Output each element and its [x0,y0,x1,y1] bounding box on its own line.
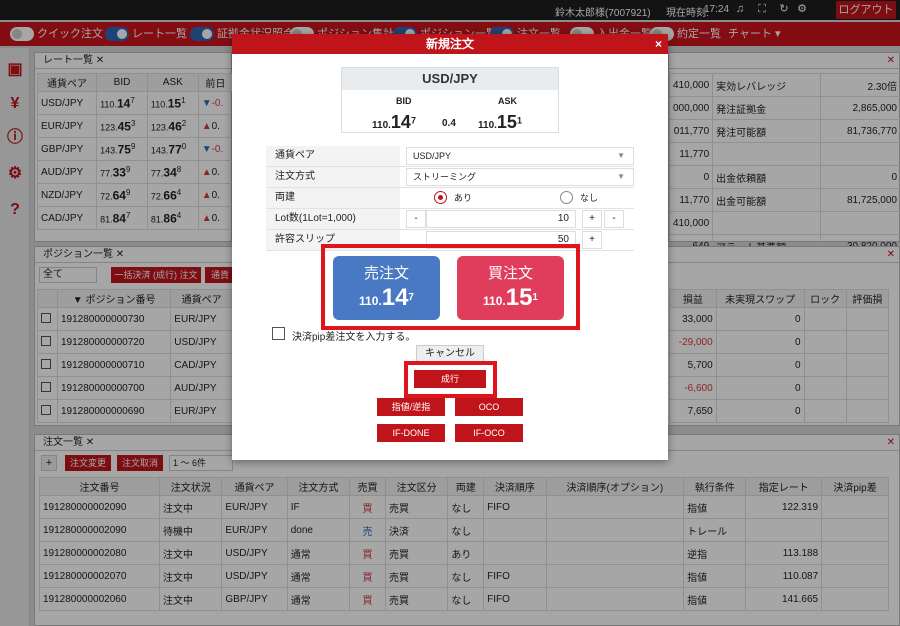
buy-price: 110.151 [457,284,564,312]
lot-decrement-button-2[interactable]: - [604,210,624,228]
bid-price-pips: 14 [390,112,411,132]
sell-label: 売注文 [363,265,409,282]
pair-label: 通貨ペア [266,146,400,166]
ifoco-button[interactable]: IF-OCO [455,424,523,442]
lot-input[interactable]: 10 [426,210,576,228]
buy-price-fraction: 1 [532,292,538,303]
method-row: 注文方式 ストリーミング ▼ [266,167,634,188]
buy-order-button[interactable]: 買注文 110.151 [457,256,564,320]
buy-price-big: 110. [483,294,506,308]
hedge-no-label: なし [580,193,599,203]
hedge-yes-radio[interactable] [434,191,447,204]
chevron-down-icon: ▼ [617,172,625,181]
method-value: ストリーミング [413,172,477,182]
ask-price-big: 110. [478,120,497,131]
cancel-button[interactable]: キャンセル [416,345,484,362]
market-order-button[interactable]: 成行 [414,370,486,388]
bid-label: BID [396,96,412,106]
hedge-no-radio[interactable] [560,191,573,204]
sell-order-button[interactable]: 売注文 110.147 [333,256,440,320]
lot-row: Lot数(1Lot=1,000) - 10 + - [266,209,634,230]
buy-label: 買注文 [487,265,533,282]
sell-price: 110.147 [333,284,440,312]
bid-price-big: 110. [372,120,391,131]
ask-price-pips: 15 [496,112,517,132]
quote-box: USD/JPY BID ASK 110.147 0.4 110.151 [341,67,559,133]
pair-row: 通貨ペア USD/JPY ▼ [266,146,634,167]
lot-increment-button[interactable]: + [582,210,602,228]
dialog-header: 新規注文 × [232,34,668,54]
new-order-dialog: 新規注文 × USD/JPY BID ASK 110.147 0.4 110.1… [232,34,668,460]
method-label: 注文方式 [266,167,400,187]
oco-button[interactable]: OCO [455,398,523,416]
limit-stop-button[interactable]: 指値/逆指 [377,398,445,416]
settle-pip-checkbox[interactable] [272,327,285,340]
chevron-down-icon: ▼ [617,151,625,160]
close-icon[interactable]: × [655,34,662,54]
bid-price-fraction: 7 [410,115,416,126]
sell-price-pips: 14 [381,284,409,311]
lot-decrement-button[interactable]: - [406,210,426,228]
sell-price-fraction: 7 [408,292,414,303]
method-select[interactable]: ストリーミング ▼ [406,168,634,186]
buy-price-pips: 15 [505,284,533,311]
pair-select[interactable]: USD/JPY ▼ [406,147,634,165]
slippage-increment-button[interactable]: + [582,231,602,249]
hedge-yes-label: あり [454,193,473,203]
ask-label: ASK [498,96,518,106]
hedge-row: 両建 あり なし [266,188,634,209]
sell-price-big: 110. [359,294,382,308]
dialog-title: 新規注文 [425,37,474,51]
ask-price: 110.151 [478,112,522,133]
pair-value: USD/JPY [413,151,452,161]
spread: 0.4 [442,118,456,129]
lot-label: Lot数(1Lot=1,000) [266,209,400,229]
quote-pair: USD/JPY [342,68,558,90]
settle-pip-label: 決済pip差注文を入力する。 [292,332,416,343]
ask-price-fraction: 1 [516,115,522,126]
hedge-label: 両建 [266,188,400,208]
bid-price: 110.147 [372,112,416,133]
ifdone-button[interactable]: IF-DONE [377,424,445,442]
